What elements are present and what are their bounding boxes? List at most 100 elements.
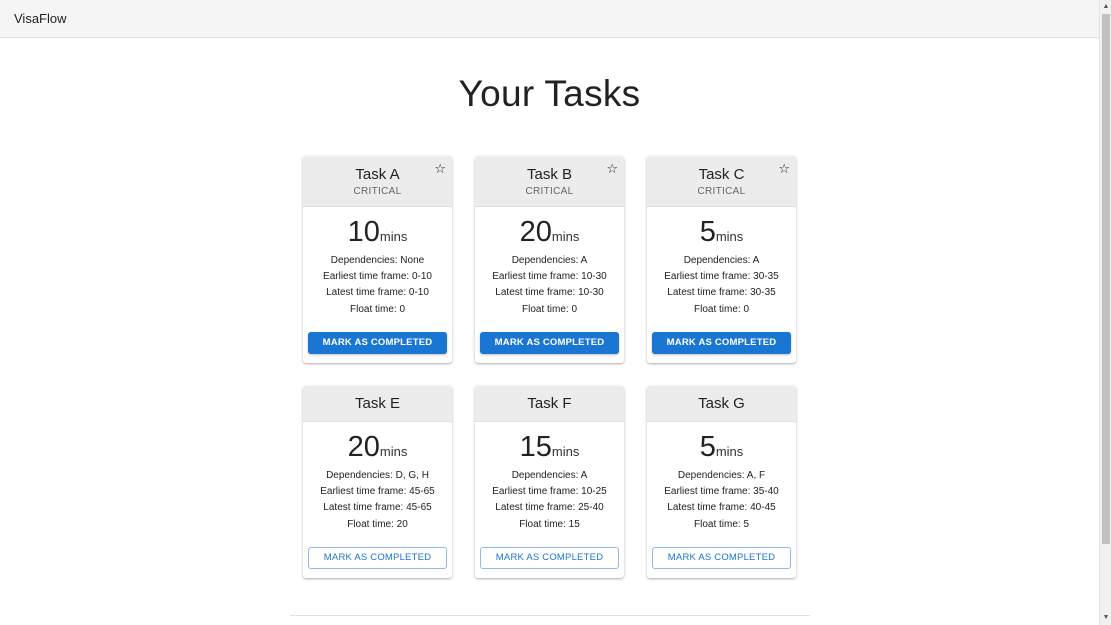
dependencies-value: A (580, 255, 588, 266)
earliest-label: Earliest time frame: (664, 271, 754, 283)
latest-value: 40-45 (750, 502, 776, 514)
duration-value: 15 (519, 431, 552, 463)
star-outline-icon[interactable]: ☆ (606, 162, 618, 175)
task-duration: 20mins (303, 422, 452, 468)
star-outline-icon[interactable]: ☆ (434, 162, 446, 175)
task-card-header: Task G (647, 386, 796, 422)
dependencies-line: Dependencies: None (303, 253, 452, 269)
task-card-header: Task C CRITICAL ☆ (647, 156, 796, 207)
float-value: 5 (743, 518, 750, 530)
float-line: Float time: 0 (647, 302, 796, 318)
mark-as-completed-button[interactable]: MARK AS COMPLETED (652, 331, 791, 354)
latest-value: 25-40 (578, 502, 604, 514)
mark-as-completed-button[interactable]: MARK AS COMPLETED (480, 331, 619, 354)
earliest-value: 10-25 (581, 486, 607, 498)
scroll-thumb[interactable] (1102, 14, 1110, 544)
latest-line: Latest time frame: 40-45 (647, 500, 796, 516)
float-line: Float time: 20 (303, 517, 452, 533)
float-value: 0 (743, 303, 750, 315)
task-card: Task F 15mins Dependencies: A Earliest time… (475, 386, 624, 578)
earliest-label: Earliest time frame: (492, 486, 582, 498)
mark-as-completed-button[interactable]: MARK AS COMPLETED (480, 546, 619, 569)
task-name: Task B (526, 166, 572, 183)
duration-unit: mins (715, 229, 744, 244)
dependencies-line: Dependencies: A (647, 253, 796, 269)
task-details: Dependencies: A Earliest time frame: 10-2… (475, 468, 624, 533)
task-name: Task F (527, 395, 572, 412)
earliest-label: Earliest time frame: (664, 486, 754, 498)
mark-as-completed-button[interactable]: MARK AS COMPLETED (652, 546, 791, 569)
latest-label: Latest time frame: (326, 287, 409, 299)
latest-value: 10-30 (578, 287, 604, 299)
task-duration: 20mins (475, 207, 624, 253)
dependencies-label: Dependencies: (683, 255, 753, 266)
mark-as-completed-button[interactable]: MARK AS COMPLETED (308, 546, 447, 569)
earliest-label: Earliest time frame: (323, 271, 412, 283)
duration-unit: mins (551, 444, 580, 459)
mark-as-completed-button[interactable]: MARK AS COMPLETED (308, 331, 447, 354)
task-duration: 5mins (647, 207, 796, 253)
task-details: Dependencies: None Earliest time frame: 0… (303, 253, 452, 318)
app-brand[interactable]: VisaFlow (14, 11, 67, 26)
dependencies-value: A (752, 255, 760, 266)
duration-value: 20 (519, 216, 552, 248)
latest-line: Latest time frame: 45-65 (303, 500, 452, 516)
duration-value: 5 (699, 216, 716, 248)
task-card-header: Task E (303, 386, 452, 422)
earliest-value: 35-40 (753, 486, 779, 498)
float-line: Float time: 15 (475, 517, 624, 533)
task-card: Task C CRITICAL ☆ 5mins Dependencies: A Earli… (647, 156, 796, 363)
latest-label: Latest time frame: (667, 502, 751, 514)
task-details: Dependencies: A, F Earliest time frame: 3… (647, 468, 796, 533)
earliest-line: Earliest time frame: 45-65 (303, 484, 452, 500)
float-line: Float time: 5 (647, 517, 796, 533)
duration-unit: mins (379, 444, 408, 459)
dependencies-value: None (400, 255, 425, 266)
float-label: Float time: (347, 518, 397, 530)
page-title: Your Tasks (458, 73, 641, 114)
task-card-header: Task B CRITICAL ☆ (475, 156, 624, 207)
latest-label: Latest time frame: (667, 287, 751, 299)
task-name: Task A (355, 166, 400, 183)
latest-label: Latest time frame: (495, 287, 579, 299)
latest-value: 0-10 (408, 287, 429, 299)
earliest-value: 45-65 (409, 486, 435, 498)
float-line: Float time: 0 (475, 302, 624, 318)
float-line: Float time: 0 (303, 302, 452, 318)
scroll-down-arrow-icon[interactable]: ▼ (1100, 612, 1111, 624)
latest-line: Latest time frame: 10-30 (475, 285, 624, 301)
float-label: Float time: (693, 303, 744, 315)
earliest-label: Earliest time frame: (320, 486, 410, 498)
critical-tag: CRITICAL (697, 186, 746, 197)
float-value: 0 (399, 303, 406, 315)
task-card: Task G 5mins Dependencies: A, F Earliest ti… (647, 386, 796, 578)
dependencies-line: Dependencies: A (475, 468, 624, 484)
earliest-value: 0-10 (411, 271, 432, 283)
task-name: Task G (698, 395, 745, 412)
duration-value: 5 (699, 431, 716, 463)
critical-tag: CRITICAL (353, 186, 402, 197)
app-bar: VisaFlow (0, 0, 1099, 38)
task-name: Task C (698, 166, 745, 183)
latest-label: Latest time frame: (495, 502, 579, 514)
float-label: Float time: (521, 303, 572, 315)
vertical-scrollbar[interactable]: ▲ ▼ (1099, 0, 1111, 625)
dependencies-value: A, F (746, 470, 766, 481)
star-outline-icon[interactable]: ☆ (778, 162, 790, 175)
latest-line: Latest time frame: 25-40 (475, 500, 624, 516)
dependencies-value: D, G, H (395, 470, 429, 481)
task-duration: 5mins (647, 422, 796, 468)
dependencies-label: Dependencies: (677, 470, 747, 481)
float-value: 0 (571, 303, 578, 315)
scroll-up-arrow-icon[interactable]: ▲ (1100, 1, 1111, 13)
earliest-line: Earliest time frame: 30-35 (647, 269, 796, 285)
duration-value: 20 (347, 431, 380, 463)
dependencies-label: Dependencies: (511, 470, 581, 481)
float-label: Float time: (693, 518, 744, 530)
task-card-header: Task A CRITICAL ☆ (303, 156, 452, 207)
task-details: Dependencies: D, G, H Earliest time frame… (303, 468, 452, 533)
task-duration: 15mins (475, 422, 624, 468)
dependencies-value: A (580, 470, 588, 481)
task-card: Task A CRITICAL ☆ 10mins Dependencies: None E… (303, 156, 452, 363)
dependencies-label: Dependencies: (511, 255, 581, 266)
